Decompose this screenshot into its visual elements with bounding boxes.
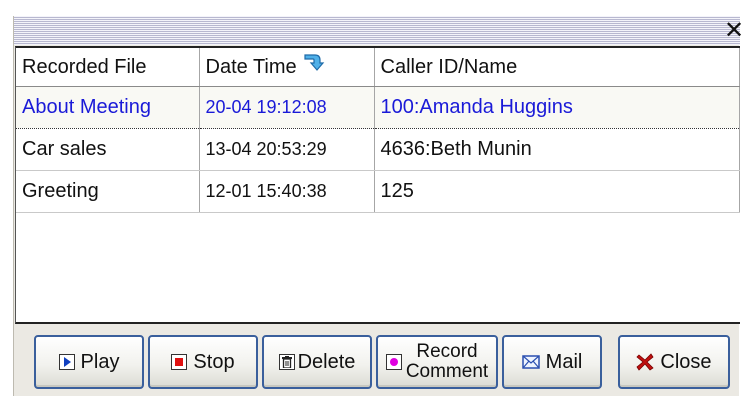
cell-recorded-file[interactable]: About Meeting <box>16 86 200 129</box>
button-bar: Play Stop Delete Record Comment Mail Clo… <box>14 325 740 396</box>
recordings-window: ✕ Recorded File Date Time Caller ID/Name… <box>13 16 743 396</box>
close-label: Close <box>660 350 712 373</box>
cell-date-time[interactable]: 13-04 20:53:29 <box>199 128 375 171</box>
table-row[interactable]: About Meeting 20-04 19:12:08 100:Amanda … <box>16 86 740 129</box>
cell-caller-id[interactable]: 100:Amanda Huggins <box>374 86 740 129</box>
cell-date-time[interactable]: 12-01 15:40:38 <box>199 170 375 213</box>
column-header-caller-id[interactable]: Caller ID/Name <box>374 48 740 87</box>
column-label: Date Time <box>205 55 297 78</box>
record-comment-label: Record Comment <box>406 342 488 382</box>
record-label-line2: Comment <box>405 361 489 382</box>
cell-caller-id[interactable]: 4636:Beth Munin <box>374 128 740 171</box>
table-row[interactable]: Car sales 13-04 20:53:29 4636:Beth Munin <box>16 128 740 171</box>
stop-button[interactable]: Stop <box>148 335 258 389</box>
column-label: Recorded File <box>22 55 147 78</box>
record-label-line1: Record <box>416 341 478 362</box>
close-button[interactable]: Close <box>618 335 730 389</box>
delete-button[interactable]: Delete <box>262 335 372 389</box>
mail-label: Mail <box>545 350 583 373</box>
record-icon <box>385 354 402 370</box>
column-header-recorded-file[interactable]: Recorded File <box>16 48 200 87</box>
play-icon <box>58 354 75 370</box>
record-comment-button[interactable]: Record Comment <box>376 335 498 389</box>
column-label: Caller ID/Name <box>380 55 518 78</box>
close-window-icon[interactable]: ✕ <box>724 17 743 43</box>
recordings-table: Recorded File Date Time Caller ID/Name A… <box>15 46 740 324</box>
cell-recorded-file[interactable]: Greeting <box>16 170 200 213</box>
play-button[interactable]: Play <box>34 335 144 389</box>
envelope-icon <box>521 355 540 369</box>
trash-icon <box>278 354 295 370</box>
table-row[interactable]: Greeting 12-01 15:40:38 125 <box>16 170 740 213</box>
cell-date-time[interactable]: 20-04 19:12:08 <box>199 86 375 129</box>
stop-label: Stop <box>193 350 235 373</box>
close-x-icon <box>636 353 655 371</box>
table-header-row: Recorded File Date Time Caller ID/Name <box>16 48 740 87</box>
cell-caller-id[interactable]: 125 <box>374 170 740 213</box>
stop-icon <box>171 354 188 370</box>
play-label: Play <box>80 350 120 373</box>
mail-button[interactable]: Mail <box>502 335 602 389</box>
column-header-date-time[interactable]: Date Time <box>199 48 375 87</box>
title-bar[interactable]: ✕ <box>14 16 743 45</box>
cell-recorded-file[interactable]: Car sales <box>16 128 200 171</box>
sort-descending-arrow-icon <box>303 52 325 78</box>
delete-label: Delete <box>297 350 356 373</box>
